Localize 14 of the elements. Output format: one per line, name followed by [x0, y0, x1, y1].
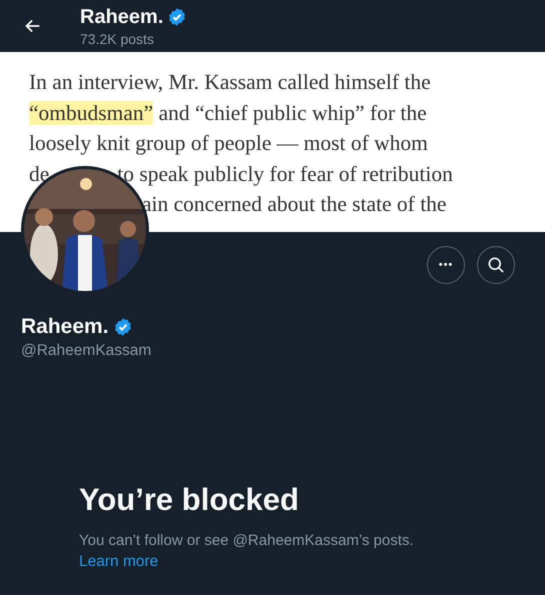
search-button[interactable]	[477, 246, 515, 284]
profile-handle: @RaheemKassam	[20, 341, 152, 360]
header-title: Raheem.	[80, 5, 164, 30]
blocked-message: You can’t follow or see @RaheemKassam’s posts.	[79, 531, 415, 551]
search-icon	[486, 255, 506, 275]
learn-more-link[interactable]: Learn more	[79, 553, 158, 570]
blocked-title: You’re blocked	[79, 482, 300, 518]
article-line: de	[29, 160, 50, 188]
profile-name: Raheem.	[21, 314, 109, 340]
more-button[interactable]: •••	[427, 246, 465, 284]
post-count: 73.2K posts	[80, 30, 155, 48]
article-line: “ombudsman” and “chief public whip” for the	[29, 100, 427, 127]
article-line: loosely knit group of people — most of whom	[29, 130, 428, 157]
article-line: In an interview, Mr. Kassam called himself the	[29, 69, 431, 96]
